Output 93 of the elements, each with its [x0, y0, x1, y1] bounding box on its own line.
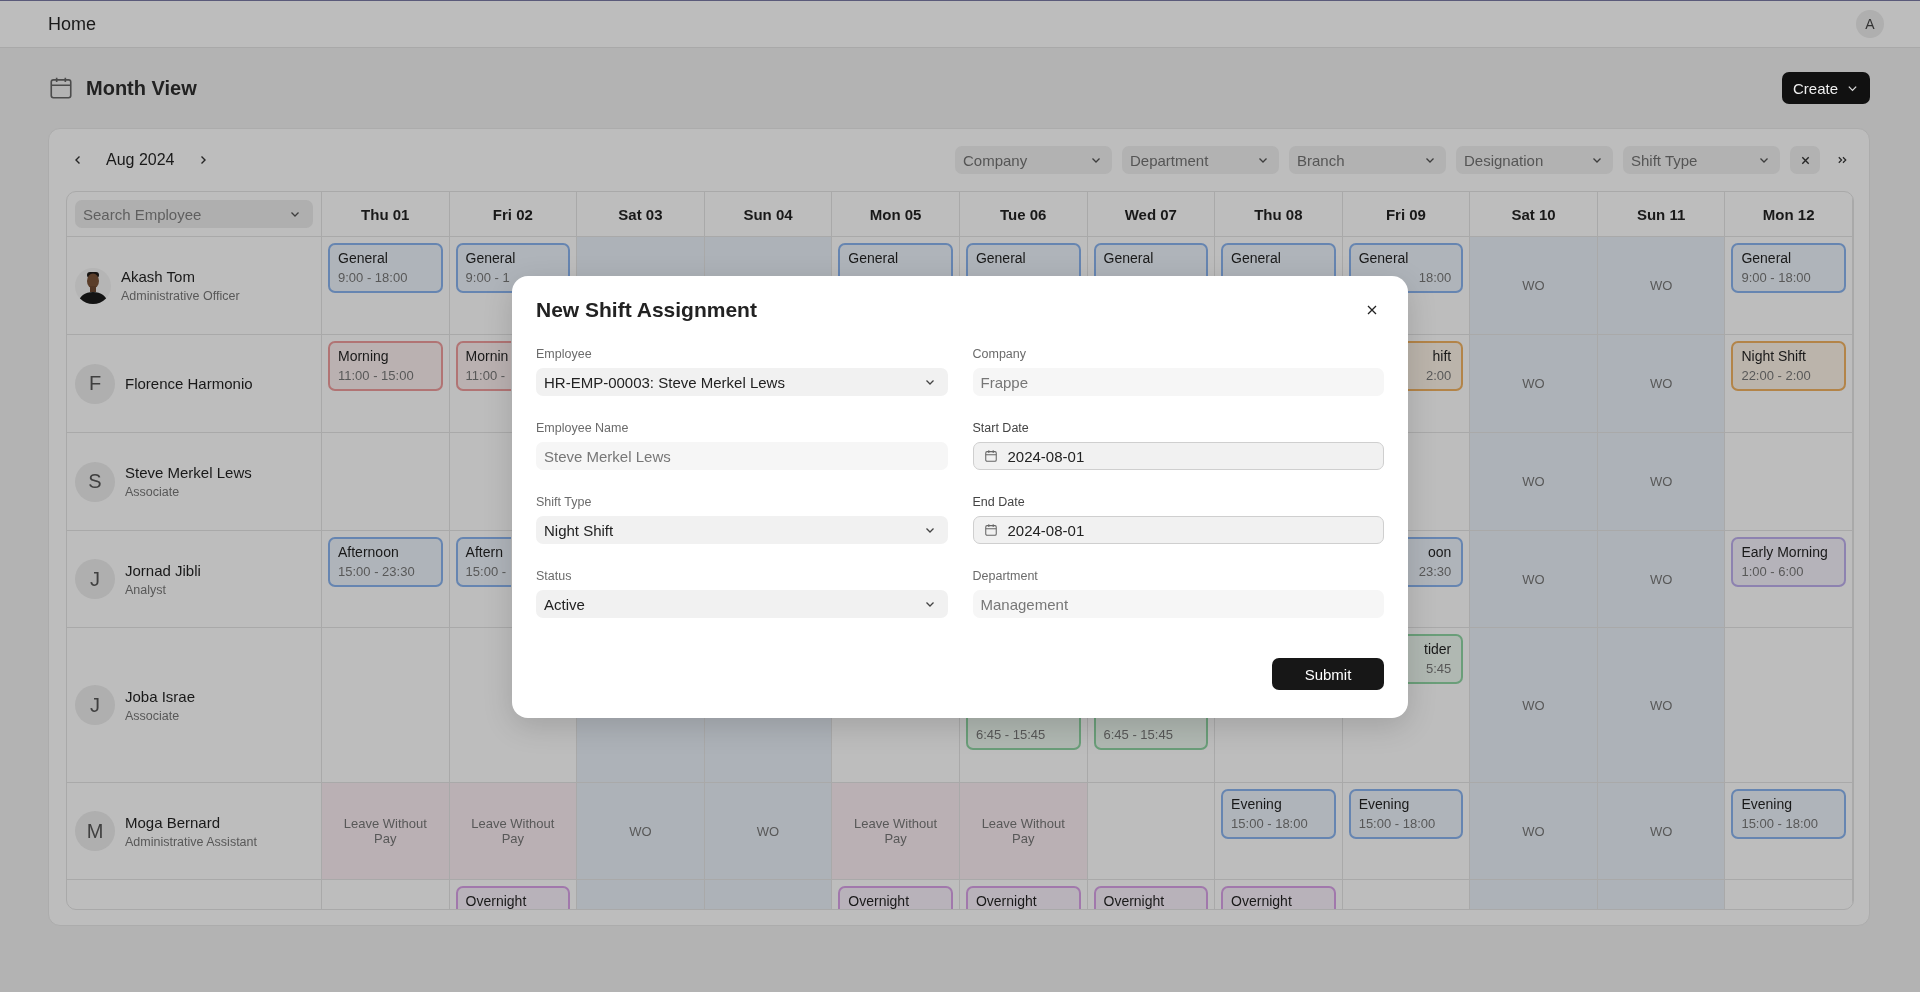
day-cell: Leave Without Pay	[322, 783, 450, 880]
employee-name: Moga Bernard	[125, 813, 222, 831]
shift-card[interactable]: Overnight	[455, 886, 571, 909]
field-label: Company	[972, 346, 1027, 362]
employee-avatar: S	[75, 461, 115, 502]
calendar-icon	[48, 75, 74, 101]
column-header: Mon 12	[1725, 192, 1853, 237]
page-title: Home	[48, 13, 96, 35]
employee-role: Analyst	[125, 582, 167, 597]
column-header: Thu 08	[1215, 192, 1343, 237]
shift-card[interactable]: General 9:00 - 18:00	[1731, 243, 1846, 293]
filter-select[interactable]: Designation	[1456, 146, 1613, 174]
shift-card[interactable]: Afternoon 15:00 - 23:30	[328, 537, 443, 587]
shift-card[interactable]: General 9:00 - 18:00	[328, 243, 443, 293]
shift-card[interactable]: Aftern 15:00 -	[455, 537, 511, 587]
field-label: Status	[536, 568, 573, 584]
employee-role: Administrative Officer	[121, 289, 240, 303]
double-chevron-icon	[1835, 154, 1849, 166]
filter-select[interactable]: Company	[955, 146, 1112, 174]
day-cell: WO	[1597, 531, 1726, 628]
employee-avatar: J	[75, 685, 115, 725]
close-icon	[1366, 304, 1378, 316]
employee-avatar: F	[75, 363, 115, 404]
filter-select[interactable]: Shift Type	[1623, 146, 1780, 174]
shift-card[interactable]: Evening 15:00 - 18:00	[1221, 789, 1336, 839]
employee-role: Administrative Assistant	[125, 834, 257, 849]
day-cell: WO	[1470, 433, 1598, 531]
shift-card[interactable]: Evening 15:00 - 18:00	[1731, 789, 1846, 839]
day-cell: Leave Without Pay	[832, 783, 960, 880]
field-label: Department	[972, 568, 1039, 584]
shift-card[interactable]: Overnight	[965, 886, 1081, 909]
shift-card[interactable]: Early Morning 1:00 - 6:00	[1731, 537, 1846, 587]
day-cell: WO	[1597, 783, 1726, 880]
submit-button[interactable]: Submit	[1272, 658, 1384, 690]
shift-card[interactable]: Evening 15:00 - 18:00	[1348, 789, 1464, 839]
shift-card[interactable]: Overnight	[838, 886, 953, 909]
input-field[interactable]: Active	[536, 590, 948, 618]
column-header: Fri 09	[1342, 192, 1471, 237]
input-field: Steve Merkel Lews	[536, 442, 948, 470]
day-cell: WO	[1470, 531, 1598, 628]
day-cell: WO	[1470, 237, 1598, 335]
field-label: Employee	[536, 346, 593, 362]
input-field: Frappe	[972, 368, 1384, 396]
shift-card[interactable]: Overnight	[1221, 886, 1336, 909]
clear-filters-button[interactable]	[1790, 146, 1820, 174]
employee-role: Associate	[125, 485, 181, 499]
employee-avatar: M	[75, 811, 115, 851]
month-label: Aug 2024	[105, 151, 176, 169]
field-label: Start Date	[972, 420, 1030, 436]
day-cell: WO	[577, 783, 705, 880]
field-label: End Date	[972, 494, 1026, 510]
employee-avatar: J	[75, 559, 115, 599]
day-cell: Leave Without Pay	[959, 783, 1088, 880]
column-header: Fri 02	[449, 192, 578, 237]
day-cell: WO	[1597, 628, 1726, 783]
field-label: Employee Name	[536, 420, 630, 436]
column-header: Wed 07	[1087, 192, 1216, 237]
input-field[interactable]: 2024-08-01	[972, 516, 1384, 544]
dialog-title: New Shift Assignment	[536, 298, 757, 322]
view-title: Month View	[86, 76, 198, 100]
shift-card[interactable]: Night Shift 22:00 - 2:00	[1731, 341, 1846, 391]
calendar-icon	[983, 523, 998, 537]
filter-select[interactable]: Department	[1122, 146, 1279, 174]
field-label: Shift Type	[536, 494, 593, 510]
day-cell: Leave Without Pay	[449, 783, 578, 880]
employee-name: Joba Israe	[125, 687, 196, 705]
employee-name: Florence Harmonio	[125, 375, 253, 392]
shift-card[interactable]: Morning 11:00 - 15:00	[328, 341, 443, 391]
input-field[interactable]: 2024-08-01	[972, 442, 1384, 470]
user-avatar[interactable]: A	[1856, 10, 1884, 38]
day-cell: WO	[704, 783, 833, 880]
employee-name: Jornad Jibli	[125, 561, 201, 579]
day-cell: WO	[1470, 783, 1598, 880]
day-cell: WO	[1470, 335, 1598, 433]
day-cell: WO	[1597, 433, 1726, 531]
input-field[interactable]: HR-EMP-00003: Steve Merkel Lews	[536, 368, 948, 396]
day-cell: WO	[1470, 628, 1598, 783]
close-icon	[1799, 154, 1811, 166]
employee-name: Steve Merkel Lews	[125, 464, 252, 481]
column-header: Tue 06	[959, 192, 1088, 237]
input-field: Management	[972, 590, 1384, 618]
day-cell: WO	[1597, 237, 1726, 335]
column-header: Thu 01	[322, 192, 450, 237]
day-cell: WO	[1597, 335, 1726, 433]
shift-card[interactable]: Mornin 11:00 -	[455, 341, 511, 391]
shift-card[interactable]: Overnight	[1093, 886, 1209, 909]
employee-role: Associate	[125, 708, 181, 723]
input-field[interactable]: Night Shift	[536, 516, 948, 544]
calendar-icon	[983, 449, 998, 463]
employee-name: Akash Tom	[121, 268, 196, 285]
create-button[interactable]: Create	[1781, 72, 1870, 104]
column-header: Mon 05	[832, 192, 960, 237]
filter-select[interactable]: Branch	[1289, 146, 1446, 174]
